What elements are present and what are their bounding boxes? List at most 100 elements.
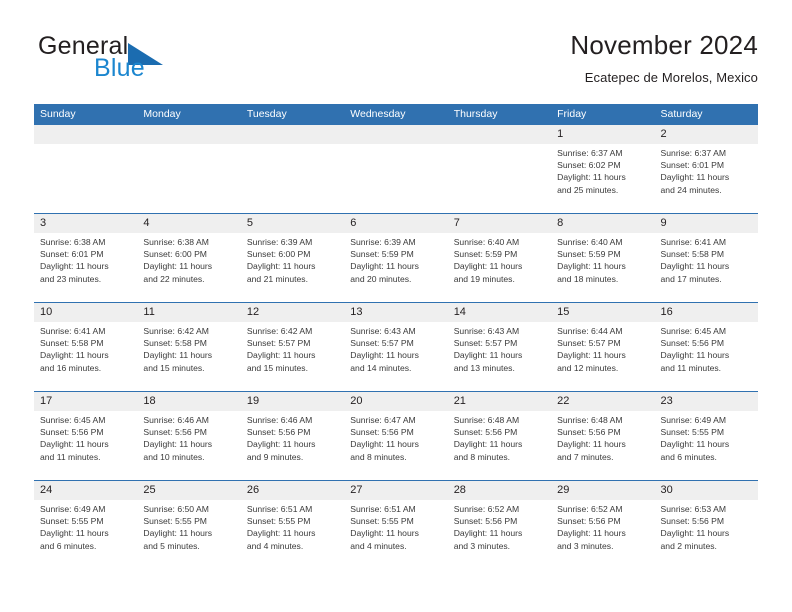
day-sun-info: Sunrise: 6:39 AM Sunset: 5:59 PM Daylight:…	[344, 233, 447, 285]
calendar-weeks: 1 Sunrise: 6:37 AM Sunset: 6:02 PM Daylight…	[34, 125, 758, 569]
day-cell[interactable]: 6 Sunrise: 6:39 AM Sunset: 5:59 PM Daylight…	[344, 214, 448, 302]
day-cell[interactable]: 29 Sunrise: 6:52 AM Sunset: 5:56 PM Dayligh…	[551, 481, 655, 569]
day-sunset-text: Sunset: 5:56 PM	[143, 427, 207, 438]
day-daylight-text: Daylight: 11 hours	[557, 528, 626, 539]
day-sun-info: Sunrise: 6:46 AM Sunset: 5:56 PM Daylight:…	[137, 411, 240, 463]
day-number: 5	[240, 214, 345, 233]
day-cell[interactable]: 26 Sunrise: 6:51 AM Sunset: 5:55 PM Dayligh…	[240, 481, 345, 569]
day-sunrise-text: Sunrise: 6:42 AM	[143, 326, 209, 336]
day-cell[interactable]: 15 Sunrise: 6:44 AM Sunset: 5:57 PM Dayligh…	[551, 303, 655, 391]
day-sun-info: Sunrise: 6:40 AM Sunset: 5:59 PM Daylight:…	[448, 233, 551, 285]
day-cell[interactable]: 20 Sunrise: 6:47 AM Sunset: 5:56 PM Dayligh…	[344, 392, 448, 480]
day-sunrise-text: Sunrise: 6:39 AM	[350, 237, 416, 247]
day-cell[interactable]: 7 Sunrise: 6:40 AM Sunset: 5:59 PM Daylight…	[447, 214, 552, 302]
day-cell[interactable]: 28 Sunrise: 6:52 AM Sunset: 5:56 PM Dayligh…	[447, 481, 552, 569]
day-sunrise-text: Sunrise: 6:52 AM	[557, 504, 623, 514]
day-daylight-text: and 16 minutes.	[40, 362, 102, 373]
day-cell[interactable]: 4 Sunrise: 6:38 AM Sunset: 6:00 PM Daylight…	[137, 214, 241, 302]
day-number: 24	[34, 481, 138, 500]
day-daylight-text: Daylight: 11 hours	[143, 350, 213, 361]
day-daylight-text: and 15 minutes.	[143, 362, 205, 373]
day-sunset-text: Sunset: 5:58 PM	[40, 338, 104, 349]
day-cell[interactable]: 11 Sunrise: 6:42 AM Sunset: 5:58 PM Dayligh…	[137, 303, 241, 391]
day-sunset-text: Sunset: 5:56 PM	[557, 516, 621, 527]
day-daylight-text: and 3 minutes.	[557, 540, 614, 551]
day-sunset-text: Sunset: 5:55 PM	[246, 516, 311, 527]
day-cell[interactable]: 17 Sunrise: 6:45 AM Sunset: 5:56 PM Dayligh…	[34, 392, 138, 480]
weekday-header-sunday: Sunday	[40, 108, 76, 120]
day-daylight-text: Daylight: 11 hours	[453, 439, 523, 450]
day-number: 19	[240, 392, 345, 411]
day-daylight-text: and 21 minutes.	[246, 273, 308, 284]
day-cell[interactable]: 21 Sunrise: 6:48 AM Sunset: 5:56 PM Dayligh…	[447, 392, 552, 480]
day-cell[interactable]: 16 Sunrise: 6:45 AM Sunset: 5:56 PM Dayligh…	[654, 303, 758, 391]
day-sunrise-text: Sunrise: 6:37 AM	[660, 148, 726, 158]
day-cell[interactable]: 5 Sunrise: 6:39 AM Sunset: 6:00 PM Daylight…	[240, 214, 345, 302]
day-sunset-text: Sunset: 5:59 PM	[350, 249, 414, 260]
day-cell[interactable]: 23 Sunrise: 6:49 AM Sunset: 5:55 PM Dayligh…	[654, 392, 758, 480]
day-daylight-text: and 17 minutes.	[660, 273, 722, 284]
day-cell[interactable]: 12 Sunrise: 6:42 AM Sunset: 5:57 PM Dayligh…	[240, 303, 345, 391]
day-daylight-text: and 10 minutes.	[143, 451, 205, 462]
day-sunrise-text: Sunrise: 6:41 AM	[660, 237, 726, 247]
day-number: 21	[447, 392, 552, 411]
day-cell[interactable]: 24 Sunrise: 6:49 AM Sunset: 5:55 PM Dayligh…	[34, 481, 138, 569]
day-number: 25	[137, 481, 241, 500]
day-sunset-text: Sunset: 5:56 PM	[453, 516, 518, 527]
day-daylight-text: and 6 minutes.	[40, 540, 97, 551]
day-daylight-text: and 25 minutes.	[557, 184, 619, 195]
day-number: 1	[551, 125, 655, 144]
day-cell[interactable]: 30 Sunrise: 6:53 AM Sunset: 5:56 PM Dayligh…	[654, 481, 758, 569]
day-daylight-text: Daylight: 11 hours	[143, 261, 213, 272]
day-number: 13	[344, 303, 448, 322]
day-sunset-text: Sunset: 5:56 PM	[246, 427, 311, 438]
day-cell[interactable]: 19 Sunrise: 6:46 AM Sunset: 5:56 PM Dayligh…	[240, 392, 345, 480]
day-number: 11	[137, 303, 241, 322]
brand-logo[interactable]: General Blue	[34, 32, 274, 90]
day-sun-info	[137, 144, 240, 147]
day-sunset-text: Sunset: 6:00 PM	[246, 249, 311, 260]
day-sun-info: Sunrise: 6:48 AM Sunset: 5:56 PM Daylight:…	[448, 411, 551, 463]
day-daylight-text: Daylight: 11 hours	[557, 172, 626, 183]
page-title: November 2024	[570, 30, 758, 60]
day-cell[interactable]: 25 Sunrise: 6:50 AM Sunset: 5:55 PM Dayligh…	[137, 481, 241, 569]
day-sunset-text: Sunset: 6:01 PM	[660, 160, 725, 171]
day-cell[interactable]: 9 Sunrise: 6:41 AM Sunset: 5:58 PM Daylight…	[654, 214, 758, 302]
day-cell[interactable]: 1 Sunrise: 6:37 AM Sunset: 6:02 PM Daylight…	[551, 125, 655, 213]
day-sunset-text: Sunset: 6:02 PM	[557, 160, 621, 171]
weekday-header-thursday: Thursday	[453, 108, 498, 120]
title-block: November 2024 Ecatepec de Morelos, Mexic…	[570, 28, 758, 88]
day-daylight-text: Daylight: 11 hours	[40, 261, 109, 272]
day-number: 6	[344, 214, 448, 233]
day-daylight-text: Daylight: 11 hours	[660, 528, 730, 539]
day-sun-info: Sunrise: 6:50 AM Sunset: 5:55 PM Daylight:…	[137, 500, 240, 552]
day-number: 29	[551, 481, 655, 500]
day-sun-info: Sunrise: 6:38 AM Sunset: 6:01 PM Daylight:…	[34, 233, 137, 285]
day-sun-info: Sunrise: 6:53 AM Sunset: 5:56 PM Daylight:…	[655, 500, 758, 552]
day-sun-info	[448, 144, 551, 147]
day-cell[interactable]: 8 Sunrise: 6:40 AM Sunset: 5:59 PM Daylight…	[551, 214, 655, 302]
day-cell[interactable]: 13 Sunrise: 6:43 AM Sunset: 5:57 PM Dayligh…	[344, 303, 448, 391]
day-cell[interactable]: 2 Sunrise: 6:37 AM Sunset: 6:01 PM Daylight…	[654, 125, 758, 213]
day-sunset-text: Sunset: 5:55 PM	[660, 427, 725, 438]
day-sunrise-text: Sunrise: 6:49 AM	[660, 415, 726, 425]
day-cell[interactable]: 22 Sunrise: 6:48 AM Sunset: 5:56 PM Dayligh…	[551, 392, 655, 480]
day-cell[interactable]: 18 Sunrise: 6:46 AM Sunset: 5:56 PM Dayligh…	[137, 392, 241, 480]
day-daylight-text: Daylight: 11 hours	[40, 350, 109, 361]
day-cell[interactable]: 27 Sunrise: 6:51 AM Sunset: 5:55 PM Dayligh…	[344, 481, 448, 569]
day-daylight-text: Daylight: 11 hours	[143, 439, 213, 450]
day-sun-info: Sunrise: 6:45 AM Sunset: 5:56 PM Daylight:…	[34, 411, 137, 463]
day-cell[interactable]: 14 Sunrise: 6:43 AM Sunset: 5:57 PM Dayligh…	[447, 303, 552, 391]
day-sunset-text: Sunset: 5:57 PM	[453, 338, 518, 349]
day-cell[interactable]: 3 Sunrise: 6:38 AM Sunset: 6:01 PM Daylight…	[34, 214, 138, 302]
day-sun-info: Sunrise: 6:40 AM Sunset: 5:59 PM Daylight:…	[551, 233, 654, 285]
day-cell[interactable]: 10 Sunrise: 6:41 AM Sunset: 5:58 PM Dayligh…	[34, 303, 138, 391]
day-sun-info	[344, 144, 447, 147]
brand-name-blue: Blue	[94, 54, 145, 82]
day-daylight-text: Daylight: 11 hours	[350, 261, 419, 272]
weekday-header-tuesday: Tuesday	[246, 108, 287, 120]
day-number	[447, 125, 552, 144]
day-daylight-text: and 11 minutes.	[40, 451, 101, 462]
day-number	[344, 125, 448, 144]
day-cell-empty	[447, 125, 552, 213]
